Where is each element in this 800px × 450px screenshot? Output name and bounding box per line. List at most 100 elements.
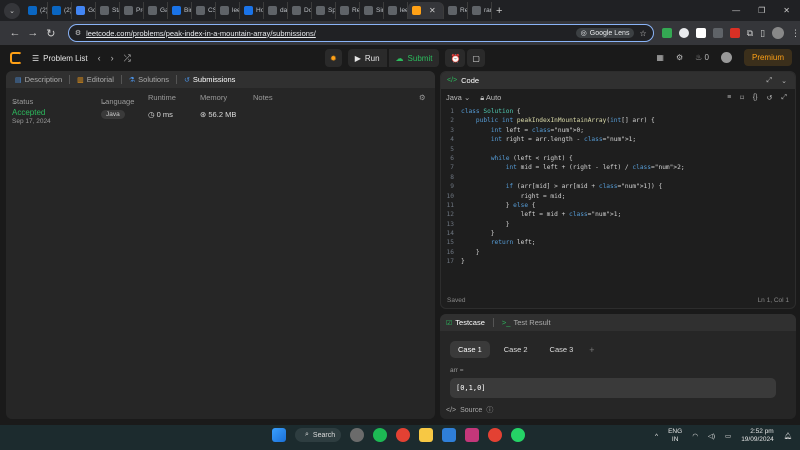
url-bar[interactable]: ⚙ leetcode.com/problems/peak-index-in-a-… [67,24,654,42]
whatsapp-icon[interactable] [511,428,525,442]
extension-icon[interactable] [678,28,689,38]
language-select[interactable]: Java ⌄ [446,93,470,102]
bookmark-icon[interactable]: ⌑ [740,94,744,102]
fullscreen-icon[interactable]: ⤢ [781,94,787,102]
tray-overflow-icon[interactable]: ^ [655,433,658,440]
case-1-tab[interactable]: Case 1 [450,341,490,358]
streak-button[interactable]: ♨ 0 [695,53,709,62]
code-line[interactable]: 3 int left = class="num">0; [441,127,795,136]
tab-submissions[interactable]: ↺ Submissions [181,75,238,84]
shuffle-icon[interactable]: ⤮ [124,53,131,64]
new-tab-button[interactable]: + [496,5,502,17]
add-case-icon[interactable]: + [589,345,594,355]
browser-tab[interactable]: Pro [120,2,144,19]
case-3-tab[interactable]: Case 3 [542,341,582,358]
wifi-icon[interactable]: ◠ [692,432,698,440]
problem-list-button[interactable]: ☰ Problem List [32,54,88,63]
browser-tab[interactable]: How [240,2,264,19]
tab-test-result[interactable]: >_ Test Result [502,318,551,327]
battery-icon[interactable]: ▭ [725,432,731,440]
code-line[interactable]: 7 int mid = left + (right - left) / clas… [441,164,795,173]
run-button[interactable]: ▶ Run [347,49,387,67]
close-tab-icon[interactable]: ✕ [429,6,436,15]
browser-tab[interactable]: Star [96,2,120,19]
settings-icon[interactable]: ⚙ [676,53,683,62]
code-line[interactable]: 17} [441,258,795,267]
browser-tab[interactable]: Dol [288,2,312,19]
browser-tab[interactable]: (2) [48,2,72,19]
debug-button[interactable]: ✹ [325,49,342,67]
url-text[interactable]: leetcode.com/problems/peak-index-in-a-mo… [86,29,571,38]
settings-icon[interactable]: ⚙ [419,93,426,102]
browser-tab[interactable]: (2) [24,2,48,19]
code-line[interactable]: 5 [441,146,795,155]
bookmark-star-icon[interactable]: ☆ [639,29,646,38]
help-icon[interactable]: ⓘ [486,405,493,415]
extension-icon[interactable] [661,28,672,38]
case-2-tab[interactable]: Case 2 [496,341,536,358]
reload-icon[interactable]: ↻ [42,27,60,40]
premium-button[interactable]: Premium [743,49,792,66]
extension-icon[interactable] [729,28,740,38]
extension-icon[interactable] [712,28,723,38]
tab-solutions[interactable]: ⚗ Solutions [126,75,172,84]
app-icon[interactable] [465,428,479,442]
code-line[interactable]: 10 right = mid; [441,193,795,202]
maximize-icon[interactable]: ⤢ [767,77,773,85]
code-line[interactable]: 4 int right = arr.length - class="num">1… [441,136,795,145]
browser-tab[interactable]: leet [216,2,240,19]
code-line[interactable]: 11 } else { [441,202,795,211]
browser-tab[interactable]: Bin [168,2,192,19]
windows-start-icon[interactable] [272,428,286,442]
browser-tab[interactable]: CS [192,2,216,19]
browser-tab[interactable]: ram [468,2,492,19]
maximize-icon[interactable]: ❐ [758,6,765,15]
timer-button[interactable]: ⏰ [445,49,466,67]
extension-icon[interactable] [695,28,706,38]
code-line[interactable]: 16 } [441,249,795,258]
file-explorer-icon[interactable] [419,428,433,442]
spotify-icon[interactable] [373,428,387,442]
volume-icon[interactable]: ◁) [708,432,715,440]
browser-tab[interactable]: Spa [312,2,336,19]
forward-icon[interactable]: → [24,27,42,39]
google-lens-button[interactable]: ◎ Google Lens [575,28,635,38]
code-line[interactable]: 13 } [441,221,795,230]
language-indicator[interactable]: ENG IN [668,428,682,444]
code-line[interactable]: 1 class Solution { [441,108,795,117]
browser-tab-active[interactable]: ✕ [408,2,444,19]
submit-button[interactable]: ☁ Submit [388,49,440,67]
code-editor[interactable]: 1 class Solution {2 public int peakIndexI… [441,108,795,288]
browser-tab[interactable]: day [264,2,288,19]
next-problem-icon[interactable]: › [111,53,114,64]
layout-grid-icon[interactable]: ▦ [656,53,664,62]
reset-icon[interactable]: ↺ [767,94,773,102]
notes-button[interactable]: ▢ [467,49,485,67]
clock[interactable]: 2:52 pm 19/09/2024 [741,428,774,444]
tab-description[interactable]: ▤ Description [12,75,65,84]
settings-app-icon[interactable] [350,428,364,442]
chrome-icon[interactable] [488,428,502,442]
tab-search-button[interactable]: ⌄ [4,2,20,19]
chrome-icon[interactable] [396,428,410,442]
browser-tab[interactable]: Sim [360,2,384,19]
browser-tab[interactable]: Res [336,2,360,19]
table-row[interactable]: Accepted Sep 17, 2024 Java ◷ 0 ms ⊛ 56.2… [6,106,435,128]
profile-avatar[interactable] [772,27,785,39]
taskbar-search[interactable]: ⌕ Search [295,428,341,442]
arr-input[interactable]: [0,1,0] [450,378,776,398]
close-window-icon[interactable]: ✕ [783,6,790,15]
tab-testcase[interactable]: ☑ Testcase [446,318,485,327]
code-line[interactable]: 6 while (left < right) { [441,155,795,164]
browser-tab[interactable]: Goo [72,2,96,19]
puzzle-icon[interactable]: ⧉ [747,28,753,39]
code-line[interactable]: 9 if (arr[mid] > arr[mid + class="num">1… [441,183,795,192]
back-icon[interactable]: ← [6,27,24,39]
code-line[interactable]: 14 } [441,230,795,239]
sidebar-icon[interactable]: ▯ [760,28,765,39]
prev-problem-icon[interactable]: ‹ [98,53,101,64]
tab-editorial[interactable]: ▥ Editorial [74,75,117,84]
source-button[interactable]: </> Source ⓘ [446,405,493,415]
code-line[interactable]: 8 [441,174,795,183]
code-line[interactable]: 12 left = mid + class="num">1; [441,211,795,220]
